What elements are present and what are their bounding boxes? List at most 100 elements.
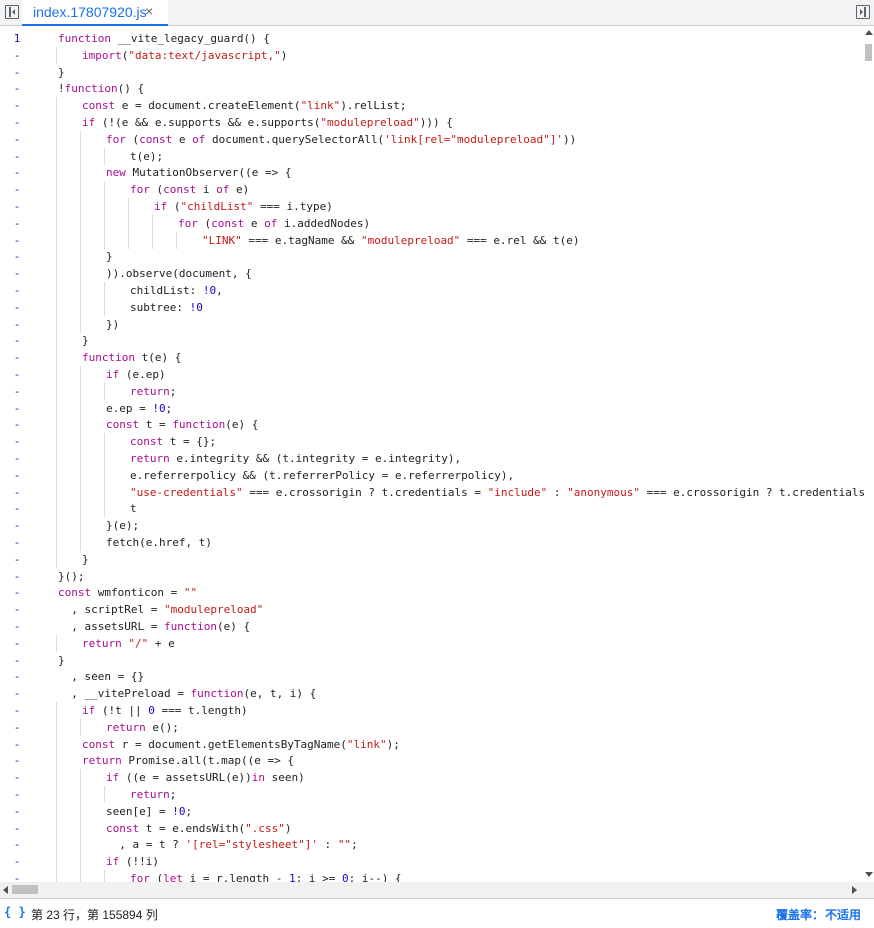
line-number[interactable]: - [0, 416, 34, 433]
code-line: - const e = document.createElement("link"… [0, 97, 864, 115]
line-number[interactable]: - [0, 534, 34, 551]
indent-guide [104, 231, 105, 249]
line-number[interactable]: - [0, 517, 34, 534]
scroll-up-arrow-icon[interactable] [865, 30, 873, 35]
line-number[interactable]: - [0, 702, 34, 719]
line-number[interactable]: - [0, 148, 34, 165]
vertical-scroll-thumb[interactable] [865, 44, 872, 61]
close-icon[interactable]: × [145, 3, 153, 19]
code-line: -t [0, 500, 864, 518]
horizontal-scroll-thumb[interactable] [12, 885, 38, 894]
code-text: )).observe(document, { [106, 265, 252, 282]
line-number[interactable]: - [0, 332, 34, 349]
line-number[interactable]: - [0, 47, 34, 64]
line-number[interactable]: - [0, 736, 34, 753]
code-padding [106, 838, 119, 851]
code-token: if [154, 200, 168, 213]
code-token: )).observe(document, { [106, 267, 252, 281]
line-number[interactable]: - [0, 467, 34, 484]
line-number[interactable]: - [0, 215, 34, 232]
line-number[interactable]: - [0, 383, 34, 400]
line-number[interactable]: - [0, 265, 34, 282]
line-number[interactable]: - [0, 181, 34, 198]
line-number[interactable]: - [0, 719, 34, 736]
line-number[interactable]: - [0, 400, 34, 417]
code-text: if ("childList" === i.type) [154, 198, 333, 215]
line-number[interactable]: - [0, 64, 34, 81]
code-line: - new MutationObserver((e => { [0, 164, 864, 182]
line-number[interactable]: - [0, 366, 34, 383]
line-number[interactable]: - [0, 349, 34, 366]
line-number[interactable]: - [0, 484, 34, 501]
line-number[interactable]: - [0, 450, 34, 467]
scroll-left-arrow-icon[interactable] [3, 886, 8, 894]
line-number[interactable]: - [0, 500, 34, 517]
line-number[interactable]: - [0, 601, 34, 618]
code-token: function [163, 620, 217, 633]
indent-guide [56, 534, 57, 551]
code-token: return [130, 384, 170, 398]
code-line: - !function() { [0, 80, 864, 97]
horizontal-scrollbar[interactable] [0, 882, 874, 898]
code-line: - , scriptRel = "modulepreload" [0, 601, 864, 618]
line-number[interactable]: - [0, 568, 34, 585]
line-number[interactable]: - [0, 131, 34, 148]
line-number[interactable]: - [0, 668, 34, 685]
line-number[interactable]: - [0, 786, 34, 803]
code-text: const e = document.createElement("link")… [82, 97, 407, 114]
indent-guide [80, 819, 81, 837]
line-number[interactable]: - [0, 97, 34, 114]
line-number[interactable]: - [0, 752, 34, 769]
line-number[interactable]: - [0, 853, 34, 870]
code-text: if (!!i) [106, 853, 159, 870]
code-text: return "/" + e [82, 635, 175, 652]
indent-guide [56, 483, 57, 501]
code-editor[interactable]: 1 function __vite_legacy_guard() {- import… [0, 26, 874, 882]
line-number[interactable]: - [0, 685, 34, 702]
code-token: function [58, 32, 111, 45]
code-token: === t.length) [154, 704, 248, 717]
file-tab[interactable]: index.17807920.js × [22, 0, 168, 26]
sidebar-toggle-left-icon[interactable] [5, 5, 19, 19]
line-number[interactable]: 1 [0, 30, 34, 47]
vertical-scrollbar[interactable] [864, 26, 874, 882]
indent-guide [80, 231, 81, 249]
sidebar-toggle-right-icon[interactable] [856, 5, 870, 19]
scroll-down-arrow-icon[interactable] [865, 872, 873, 877]
line-number[interactable]: - [0, 551, 34, 568]
code-token: const [82, 99, 116, 113]
line-number[interactable]: - [0, 635, 34, 652]
indent-guide [56, 416, 57, 434]
line-number[interactable]: - [0, 232, 34, 249]
line-number[interactable]: - [0, 836, 34, 853]
code-line: - , a = t ? '[rel="stylesheet"]' : ""; [0, 836, 864, 854]
line-number[interactable]: - [0, 248, 34, 265]
code-token: if [106, 771, 120, 785]
line-number[interactable]: - [0, 803, 34, 820]
line-number[interactable]: - [0, 316, 34, 333]
line-number[interactable]: - [0, 769, 34, 786]
scroll-right-arrow-icon[interactable] [852, 886, 857, 894]
line-number[interactable]: - [0, 870, 34, 882]
line-number[interactable]: - [0, 299, 34, 316]
indent-guide [128, 198, 129, 215]
line-number[interactable]: - [0, 164, 34, 181]
line-number[interactable]: - [0, 282, 34, 299]
line-number[interactable]: - [0, 652, 34, 669]
line-number[interactable]: - [0, 433, 34, 450]
code-token: __vite_legacy_guard() { [110, 32, 270, 45]
code-text: childList: !0, [130, 282, 223, 299]
code-token: , __vitePreload = [71, 687, 191, 701]
line-number[interactable]: - [0, 114, 34, 131]
code-token: for [178, 216, 198, 230]
pretty-print-braces-icon[interactable]: { } [4, 905, 26, 919]
line-number[interactable]: - [0, 618, 34, 635]
line-number[interactable]: - [0, 80, 34, 97]
line-number[interactable]: - [0, 820, 34, 837]
line-number[interactable]: - [0, 584, 34, 601]
indent-guide [104, 198, 105, 215]
code-token: , a = t ? [119, 838, 186, 852]
line-number[interactable]: - [0, 198, 34, 215]
code-text: return; [130, 786, 176, 803]
indent-guide [80, 265, 81, 283]
